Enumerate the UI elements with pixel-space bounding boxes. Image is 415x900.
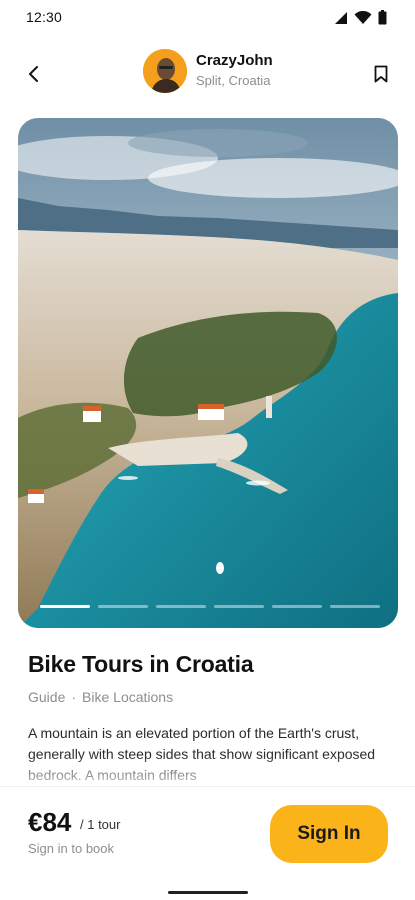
image-pager <box>40 605 380 608</box>
status-time: 12:30 <box>26 9 63 25</box>
price-note: Sign in to book <box>28 841 115 856</box>
coastline-photo <box>18 118 398 628</box>
booking-bar: €84 / 1 tour Sign in to book Sign In <box>0 786 415 900</box>
tour-meta: Guide · Bike Locations <box>28 689 173 705</box>
wifi-icon <box>354 10 372 24</box>
hero-image[interactable] <box>18 118 398 628</box>
pager-dot[interactable] <box>272 605 322 608</box>
status-icons <box>334 10 387 25</box>
header: CrazyJohn Split, Croatia <box>0 40 415 104</box>
bookmark-button[interactable] <box>369 62 393 86</box>
meta-separator: · <box>71 689 77 705</box>
price-unit: / 1 tour <box>80 817 121 832</box>
sign-in-button[interactable]: Sign In <box>270 805 388 863</box>
home-indicator[interactable] <box>168 891 248 894</box>
battery-icon <box>378 10 387 25</box>
tour-title: Bike Tours in Croatia <box>28 651 254 677</box>
price-amount: €84 <box>28 807 72 837</box>
tour-category: Guide <box>28 689 66 705</box>
pager-dot[interactable] <box>156 605 206 608</box>
author-name[interactable]: CrazyJohn <box>196 52 273 69</box>
pager-dot[interactable] <box>330 605 380 608</box>
avatar[interactable] <box>143 49 187 93</box>
pager-dot[interactable] <box>40 605 90 608</box>
pager-dot[interactable] <box>214 605 264 608</box>
author-location: Split, Croatia <box>196 73 271 88</box>
status-bar: 12:30 <box>0 0 415 36</box>
bookmark-icon <box>374 65 388 83</box>
pager-dot[interactable] <box>98 605 148 608</box>
back-button[interactable] <box>20 60 48 88</box>
chevron-left-icon <box>29 66 38 82</box>
tour-subcategory: Bike Locations <box>82 689 174 705</box>
signal-icon <box>335 11 347 24</box>
